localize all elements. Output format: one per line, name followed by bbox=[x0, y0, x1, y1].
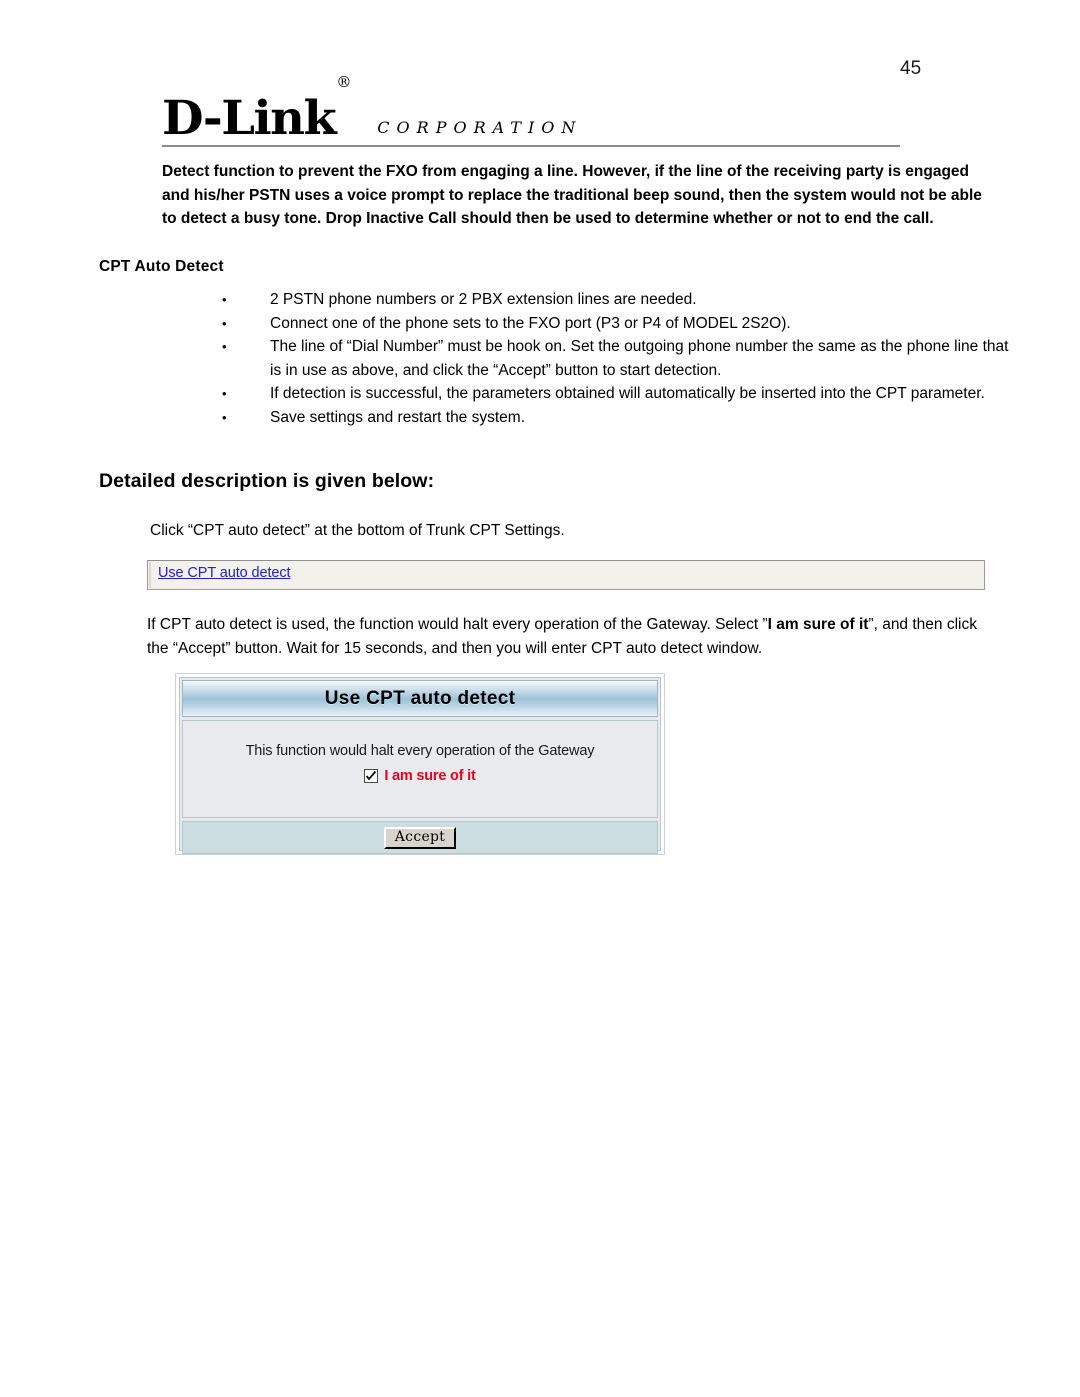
dialog-title-bar: Use CPT auto detect bbox=[182, 680, 658, 717]
bullet-icon: • bbox=[222, 409, 227, 425]
page-header: D-Link® CORPORATION bbox=[162, 73, 902, 155]
cpt-auto-detect-dialog-screenshot: Use CPT auto detect This function would … bbox=[175, 673, 665, 855]
bullet-icon: • bbox=[222, 315, 227, 331]
checkmark-icon bbox=[366, 770, 377, 781]
list-item-text: Connect one of the phone sets to the FXO… bbox=[270, 314, 791, 332]
page-number: 45 bbox=[900, 58, 922, 79]
list-item: • Save settings and restart the system. bbox=[222, 406, 1012, 430]
dialog-footer: Accept bbox=[182, 821, 658, 854]
list-item: • The line of “Dial Number” must be hook… bbox=[222, 335, 1012, 382]
list-item-text: If detection is successful, the paramete… bbox=[270, 385, 985, 402]
click-instruction: Click “CPT auto detect” at the bottom of… bbox=[150, 522, 565, 539]
dialog-body: This function would halt every operation… bbox=[182, 720, 658, 818]
cpt-auto-detect-dialog: Use CPT auto detect This function would … bbox=[179, 677, 661, 854]
confirm-row: I am sure of it bbox=[183, 768, 657, 784]
accept-button[interactable]: Accept bbox=[383, 826, 457, 849]
dialog-message: This function would halt every operation… bbox=[245, 743, 595, 759]
list-item: • 2 PSTN phone numbers or 2 PBX extensio… bbox=[222, 288, 1012, 312]
list-item: • Connect one of the phone sets to the F… bbox=[222, 312, 1012, 336]
section-heading: Detailed description is given below: bbox=[99, 470, 435, 492]
i-am-sure-label: I am sure of it bbox=[384, 768, 476, 784]
list-item-text: Save settings and restart the system. bbox=[270, 408, 526, 426]
registered-trademark-icon: ® bbox=[336, 73, 351, 91]
dlink-logo: D-Link® CORPORATION bbox=[162, 73, 902, 146]
usage-paragraph: If CPT auto detect is used, the function… bbox=[147, 613, 999, 660]
cpt-auto-detect-subheading: CPT Auto Detect bbox=[99, 258, 224, 275]
intro-paragraph: Detect function to prevent the FXO from … bbox=[162, 163, 982, 227]
list-item-text: The line of “Dial Number” must be hook o… bbox=[270, 338, 1009, 379]
document-page: 45 D-Link® CORPORATION Detect function t… bbox=[0, 0, 1080, 1397]
i-am-sure-checkbox[interactable] bbox=[364, 769, 379, 783]
list-item: • If detection is successful, the parame… bbox=[222, 382, 1012, 406]
bullet-icon: • bbox=[222, 292, 227, 307]
usage-paragraph-part1: If CPT auto detect is used, the function… bbox=[147, 616, 768, 633]
bullet-icon: • bbox=[222, 386, 227, 401]
header-divider bbox=[162, 145, 900, 147]
usage-paragraph-emphasis: I am sure of it bbox=[767, 616, 869, 633]
logo-wordmark: D-Link® bbox=[162, 73, 351, 146]
logo-corporation-text: CORPORATION bbox=[377, 118, 583, 137]
bullet-icon: • bbox=[222, 339, 227, 354]
dialog-title-text: Use CPT auto detect bbox=[324, 687, 516, 709]
use-cpt-auto-detect-link[interactable]: Use CPT auto detect bbox=[158, 565, 291, 581]
link-box-inner: Use CPT auto detect bbox=[149, 562, 983, 588]
cpt-auto-detect-bullet-list: • 2 PSTN phone numbers or 2 PBX extensio… bbox=[222, 288, 1012, 429]
list-item-text: 2 PSTN phone numbers or 2 PBX extension … bbox=[270, 291, 697, 308]
use-cpt-auto-detect-link-box: Use CPT auto detect bbox=[147, 560, 985, 590]
